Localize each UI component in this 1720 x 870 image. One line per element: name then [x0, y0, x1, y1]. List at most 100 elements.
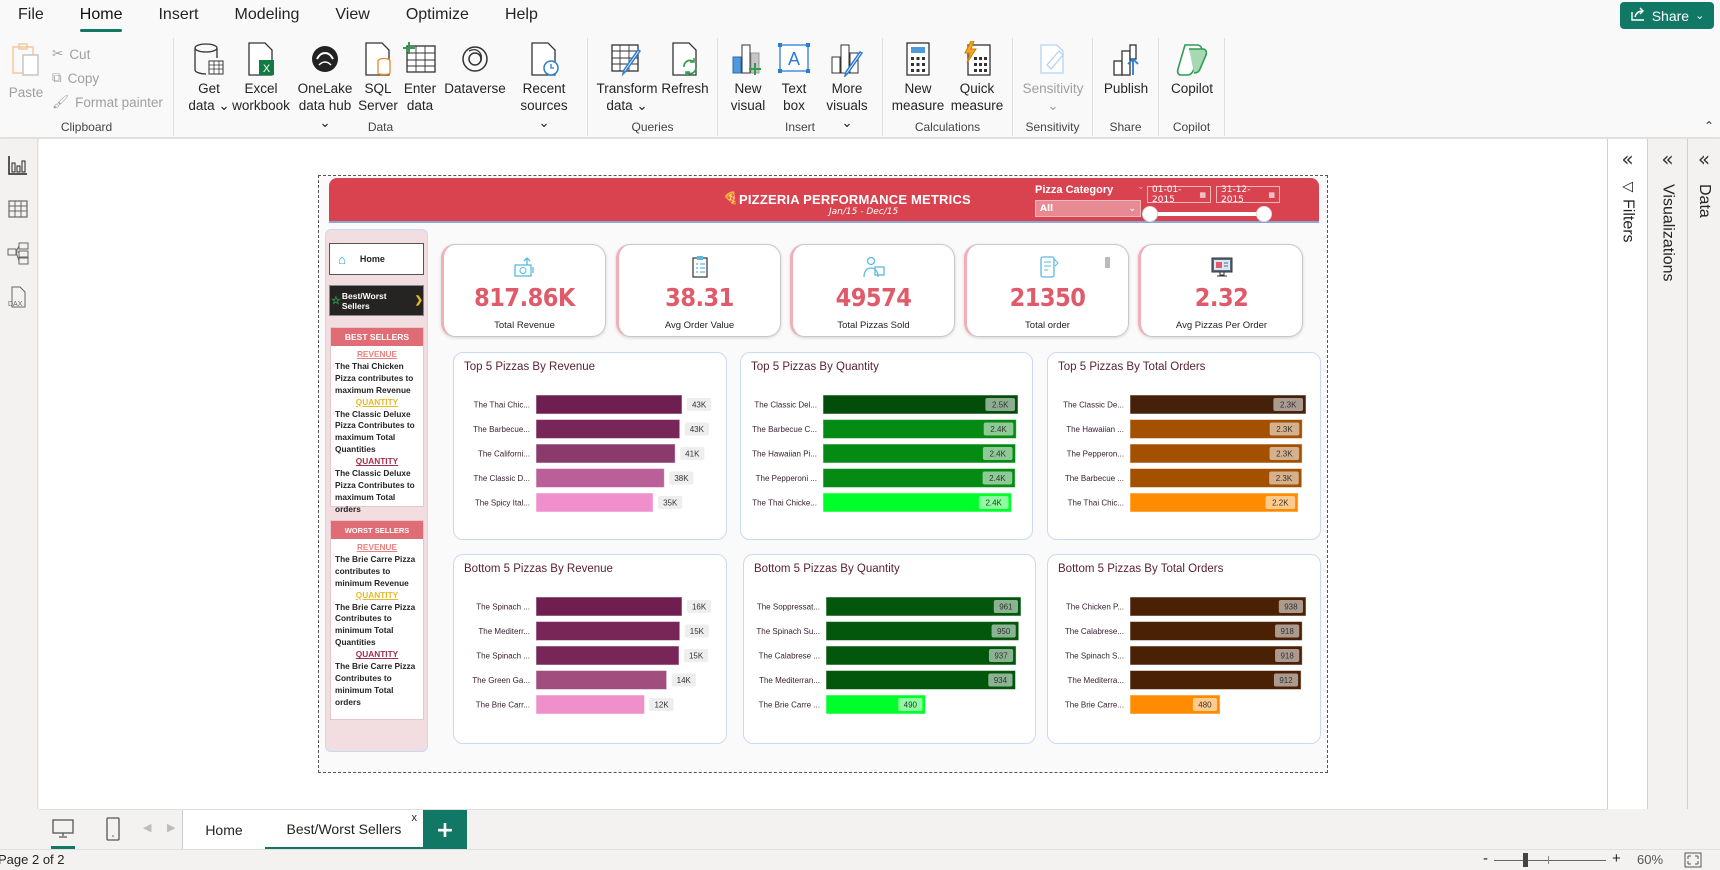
category-label: The Classic D...: [474, 474, 530, 483]
slicer-collapse-icon[interactable]: ⌄: [1137, 182, 1145, 192]
menu-file[interactable]: File: [0, 0, 62, 34]
bar[interactable]: [535, 468, 665, 488]
zoom-in-button[interactable]: +: [1612, 850, 1621, 867]
bar[interactable]: [535, 670, 668, 690]
data-label: 16K: [692, 603, 707, 612]
chart-bottom5-orders[interactable]: Bottom 5 Pizzas By Total Orders The Chic…: [1047, 554, 1321, 744]
publish-button[interactable]: Publish: [1101, 40, 1151, 97]
date-slider-end-handle[interactable]: [1256, 206, 1272, 222]
menu-optimize[interactable]: Optimize: [388, 0, 487, 34]
kpi-label: Total Pizzas Sold: [837, 320, 910, 331]
zoom-out-button[interactable]: -: [1483, 850, 1488, 867]
bar[interactable]: [825, 621, 1020, 641]
best-worst-nav-button[interactable]: ☆ Best/Worst Sellers ❯: [329, 285, 424, 316]
expand-filters-icon[interactable]: «: [1621, 147, 1633, 171]
text-box-icon: A: [776, 40, 812, 78]
menu-home[interactable]: Home: [62, 0, 141, 34]
start-date-input[interactable]: 01-01-2015 ▦: [1147, 185, 1211, 205]
collapse-ribbon-icon[interactable]: ⌃: [1704, 119, 1714, 133]
date-range-slider[interactable]: [1149, 212, 1264, 216]
bar[interactable]: [535, 394, 683, 415]
close-page-icon[interactable]: x: [412, 812, 418, 824]
bar[interactable]: [535, 492, 654, 513]
excel-label-2: workbook: [232, 98, 290, 113]
kpi-total-pizzas-sold[interactable]: 49574 Total Pizzas Sold: [790, 244, 955, 337]
page-tab-home[interactable]: Home: [183, 810, 265, 850]
chart-bottom5-quantity[interactable]: Bottom 5 Pizzas By Quantity The Soppress…: [743, 554, 1036, 744]
kpi-avg-pizzas-per-order[interactable]: 2.32 Avg Pizzas Per Order: [1138, 244, 1303, 337]
home-nav-button[interactable]: ⌂ Home: [329, 243, 424, 275]
add-page-button[interactable]: +: [423, 810, 467, 850]
end-date-input[interactable]: 31-12-2015 ▦: [1216, 185, 1280, 205]
bar[interactable]: [535, 443, 676, 464]
expand-visualizations-icon[interactable]: «: [1661, 147, 1673, 171]
new-measure-button[interactable]: New measure: [891, 40, 945, 114]
filters-pane[interactable]: « ▽ Filters: [1607, 139, 1647, 809]
data-label: 2.3K: [1276, 425, 1293, 434]
text-box-button[interactable]: A Text box: [774, 40, 814, 114]
bar[interactable]: [825, 596, 1022, 617]
mobile-layout-icon[interactable]: [105, 816, 121, 846]
sql-server-button[interactable]: SQL Server: [358, 40, 398, 114]
model-view-icon[interactable]: [6, 241, 30, 265]
menu-insert[interactable]: Insert: [140, 0, 216, 34]
paste-button[interactable]: Paste: [8, 40, 44, 101]
transform-data-button[interactable]: Transform data ⌄: [596, 40, 658, 114]
page-tab-best-worst-sellers[interactable]: Best/Worst Sellers x: [265, 810, 423, 850]
data-label: 2.3K: [1276, 450, 1293, 459]
dax-query-view-icon[interactable]: DAX: [6, 285, 30, 309]
enter-data-button[interactable]: Enter data: [400, 40, 440, 114]
sensitivity-button[interactable]: Sensitivity ⌄: [1021, 40, 1085, 114]
data-label: 2.2K: [1272, 499, 1289, 508]
menu-help[interactable]: Help: [487, 0, 556, 34]
bar[interactable]: [535, 419, 681, 439]
chart-top5-revenue[interactable]: Top 5 Pizzas By Revenue The Thai Chic...…: [453, 352, 727, 540]
get-data-button[interactable]: Get data ⌄: [186, 40, 232, 114]
share-button[interactable]: Share ⌄: [1620, 2, 1714, 29]
format-painter-button[interactable]: 🖌 Format painter: [52, 94, 163, 110]
pizza-category-dropdown[interactable]: All ⌄: [1035, 200, 1141, 217]
desktop-layout-icon[interactable]: [51, 818, 75, 849]
visualizations-pane[interactable]: « Visualizations: [1647, 139, 1687, 809]
zoom-slider-thumb[interactable]: [1523, 853, 1529, 867]
pizza-category-label: Pizza Category: [1035, 184, 1114, 196]
date-slider-start-handle[interactable]: [1142, 206, 1158, 222]
report-header: 🍕 PIZZERIA PERFORMANCE METRICS Jan/15 - …: [329, 178, 1319, 223]
bar[interactable]: [825, 670, 1017, 690]
chart-top5-quantity[interactable]: Top 5 Pizzas By Quantity The Classic Del…: [740, 352, 1033, 540]
chart-bottom5-revenue[interactable]: Bottom 5 Pizzas By Revenue The Spinach .…: [453, 554, 727, 744]
new-visual-button[interactable]: New visual: [728, 40, 768, 114]
category-label: The Mediterran...: [759, 676, 820, 685]
refresh-button[interactable]: Refresh: [660, 40, 710, 97]
menu-modeling[interactable]: Modeling: [216, 0, 317, 34]
quick-measure-button[interactable]: Quick measure: [949, 40, 1005, 114]
recent-sources-button[interactable]: Recent sources ⌄: [514, 40, 574, 131]
more-visuals-button[interactable]: More visuals ⌄: [822, 40, 872, 131]
bar[interactable]: [535, 621, 681, 641]
bar[interactable]: [535, 596, 683, 617]
onelake-button[interactable]: OneLake data hub ⌄: [292, 40, 358, 131]
dataverse-button[interactable]: Dataverse: [442, 40, 508, 97]
bar[interactable]: [535, 645, 680, 666]
kpi-total-revenue[interactable]: 817.86K Total Revenue: [441, 244, 606, 337]
bar[interactable]: [535, 694, 645, 715]
kpi-avg-order-value[interactable]: 38.31 Avg Order Value: [616, 244, 781, 337]
next-page-icon[interactable]: ▶: [167, 821, 175, 834]
category-label: The Spicy Ital...: [475, 499, 530, 508]
menu-view[interactable]: View: [317, 0, 387, 34]
cut-button[interactable]: ✂ Cut: [52, 46, 90, 62]
copilot-button[interactable]: Copilot: [1167, 40, 1217, 97]
data-pane[interactable]: « Data: [1687, 139, 1720, 809]
kpi-total-order[interactable]: 21350 Total order: [964, 244, 1129, 337]
chart-top5-orders[interactable]: Top 5 Pizzas By Total Orders The Classic…: [1047, 352, 1321, 540]
previous-page-icon[interactable]: ◀: [143, 821, 151, 834]
report-view-icon[interactable]: [6, 153, 30, 177]
bar[interactable]: [825, 645, 1017, 666]
zoom-slider[interactable]: [1494, 860, 1606, 861]
fit-to-page-icon[interactable]: [1684, 852, 1702, 870]
expand-data-icon[interactable]: «: [1698, 147, 1710, 171]
copy-button[interactable]: ⧉ Copy: [52, 70, 99, 86]
excel-workbook-button[interactable]: X Excel workbook: [228, 40, 294, 114]
table-view-icon[interactable]: [6, 197, 30, 221]
kpi-value: 21350: [1009, 283, 1086, 312]
